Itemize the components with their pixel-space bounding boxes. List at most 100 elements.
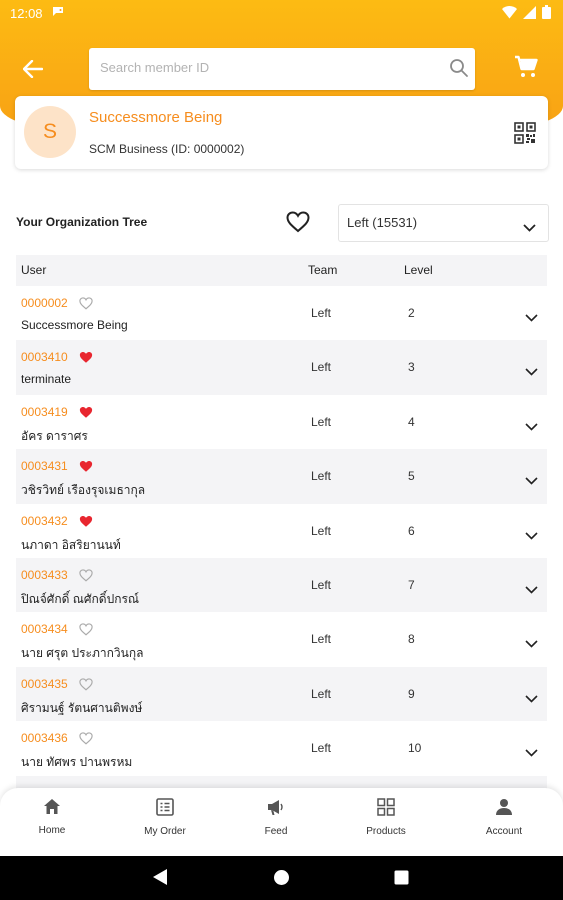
heart-outline-icon[interactable] (79, 567, 94, 586)
team-filter-value: Left (15531) (347, 215, 418, 230)
table-row[interactable]: 0003436 นาย ทัศพร ปานพรหม Left 10 (16, 721, 547, 775)
member-id[interactable]: 0003432 (21, 514, 68, 528)
system-recents-button[interactable] (394, 870, 409, 889)
nav-my-order[interactable]: My Order (125, 798, 205, 837)
nav-label: Home (38, 825, 66, 836)
table-row[interactable]: 0003435 ศิรามนฐ์ รัตนศานติพงษ์ Left 9 (16, 666, 547, 722)
table-row[interactable]: 0003432 นภาดา อิสริยานนท์ Left 6 (16, 504, 547, 558)
wifi-icon (502, 5, 517, 23)
table-row[interactable]: 0003434 นาย ศรุต ประภากวินกุล Left 8 (16, 612, 547, 666)
profile-business-id: SCM Business (ID: 0000002) (89, 142, 245, 156)
system-home-button[interactable] (273, 869, 290, 890)
member-id[interactable]: 0003410 (21, 350, 68, 364)
member-name: Successmore Being (21, 318, 128, 332)
expand-chevron-icon[interactable] (525, 361, 538, 380)
bottom-navigation: Home My Order Feed Products Account (0, 788, 563, 856)
person-icon (495, 798, 513, 820)
heart-filled-icon[interactable] (79, 513, 93, 532)
member-id[interactable]: 0003435 (21, 677, 68, 691)
triangle-back-icon (153, 869, 167, 885)
member-id[interactable]: 0003433 (21, 568, 68, 582)
member-team: Left (311, 741, 332, 756)
member-id[interactable]: 0003431 (21, 459, 68, 473)
member-id[interactable]: 0003434 (21, 622, 68, 636)
expand-chevron-icon[interactable] (525, 470, 538, 489)
member-id[interactable]: 0000002 (21, 296, 68, 310)
member-name: นาย ทัศพร ปานพรหม (21, 755, 133, 770)
search-input[interactable] (98, 59, 442, 76)
nav-account[interactable]: Account (464, 798, 544, 837)
qr-code-button[interactable] (514, 122, 536, 148)
column-header-team: Team (308, 263, 338, 277)
nav-label: Products (366, 826, 406, 837)
heart-filled-icon[interactable] (79, 404, 93, 423)
table-row[interactable]: 0003410 terminate Left 3 (16, 340, 547, 395)
back-button[interactable] (18, 54, 48, 84)
profile-card[interactable]: S Successmore Being SCM Business (ID: 00… (15, 96, 548, 169)
table-row[interactable]: 0000002 Successmore Being Left 2 (16, 286, 547, 340)
member-team: Left (311, 360, 332, 375)
qr-code-icon (514, 122, 536, 144)
member-name: วชิรวิทย์ เรืองรุจเมธากุล (21, 483, 146, 498)
column-header-user: User (21, 263, 47, 277)
table-row[interactable]: 0003433 ปิณจ์ศักดิ์ ณศักดิ์ปกรณ์ Left 7 (16, 557, 547, 613)
status-time: 12:08 (10, 5, 43, 21)
battery-icon (542, 5, 551, 23)
expand-chevron-icon[interactable] (525, 688, 538, 707)
member-team: Left (311, 577, 332, 592)
member-name: อัคร ดาราศร (21, 428, 88, 443)
heart-outline-icon[interactable] (79, 621, 94, 640)
heart-outline-icon[interactable] (79, 295, 94, 314)
heart-filled-icon[interactable] (79, 458, 93, 477)
table-row[interactable]: 0003431 วชิรวิทย์ เรืองรุจเมธากุล Left 5 (16, 449, 547, 504)
expand-chevron-icon[interactable] (525, 525, 538, 544)
table-header: User Team Level (16, 255, 547, 286)
member-id[interactable]: 0003419 (21, 405, 68, 419)
member-level: 3 (408, 360, 415, 375)
table-row[interactable]: 0003419 อัคร ดาราศร Left 4 (16, 395, 547, 449)
member-level: 10 (408, 741, 422, 756)
team-filter-dropdown[interactable]: Left (15531) (338, 204, 549, 242)
expand-chevron-icon[interactable] (525, 579, 538, 598)
heart-filled-icon[interactable] (79, 349, 93, 368)
column-header-level: Level (404, 263, 433, 277)
avatar: S (24, 106, 76, 158)
member-id[interactable]: 0003436 (21, 731, 68, 745)
system-back-button[interactable] (152, 868, 168, 890)
cart-icon (515, 55, 538, 77)
expand-chevron-icon[interactable] (525, 633, 538, 652)
member-team: Left (311, 632, 332, 647)
member-name: ปิณจ์ศักดิ์ ณศักดิ์ปกรณ์ (21, 591, 140, 606)
square-recents-icon (394, 870, 409, 885)
member-team: Left (311, 306, 332, 320)
favorites-filter-button[interactable] (286, 211, 310, 237)
search-icon[interactable] (449, 58, 469, 82)
heart-outline-icon[interactable] (79, 730, 94, 749)
member-level: 7 (408, 577, 415, 592)
member-level: 4 (408, 414, 415, 429)
member-list: 0000002 Successmore Being Left 2 0003410 term… (16, 286, 547, 776)
home-icon (43, 798, 61, 819)
nav-home[interactable]: Home (12, 798, 92, 836)
organization-tree-title: Your Organization Tree (16, 215, 148, 229)
heart-outline-icon[interactable] (79, 676, 94, 695)
member-level: 5 (408, 469, 415, 484)
nav-products[interactable]: Products (346, 798, 426, 837)
notification-icon (52, 5, 64, 21)
expand-chevron-icon[interactable] (525, 742, 538, 761)
member-team: Left (311, 414, 332, 429)
member-name: นภาดา อิสริยานนท์ (21, 537, 121, 552)
nav-label: Feed (264, 826, 288, 837)
grid-icon (377, 798, 395, 820)
circle-home-icon (274, 870, 289, 885)
top-bar (0, 48, 563, 90)
cart-button[interactable] (514, 55, 538, 83)
nav-label: Account (485, 826, 523, 837)
expand-chevron-icon[interactable] (525, 307, 538, 326)
nav-feed[interactable]: Feed (236, 798, 316, 837)
nav-label: My Order (144, 826, 186, 837)
profile-name: Successmore Being (89, 109, 223, 126)
member-level: 8 (408, 632, 415, 647)
megaphone-icon (266, 798, 286, 820)
expand-chevron-icon[interactable] (525, 416, 538, 435)
